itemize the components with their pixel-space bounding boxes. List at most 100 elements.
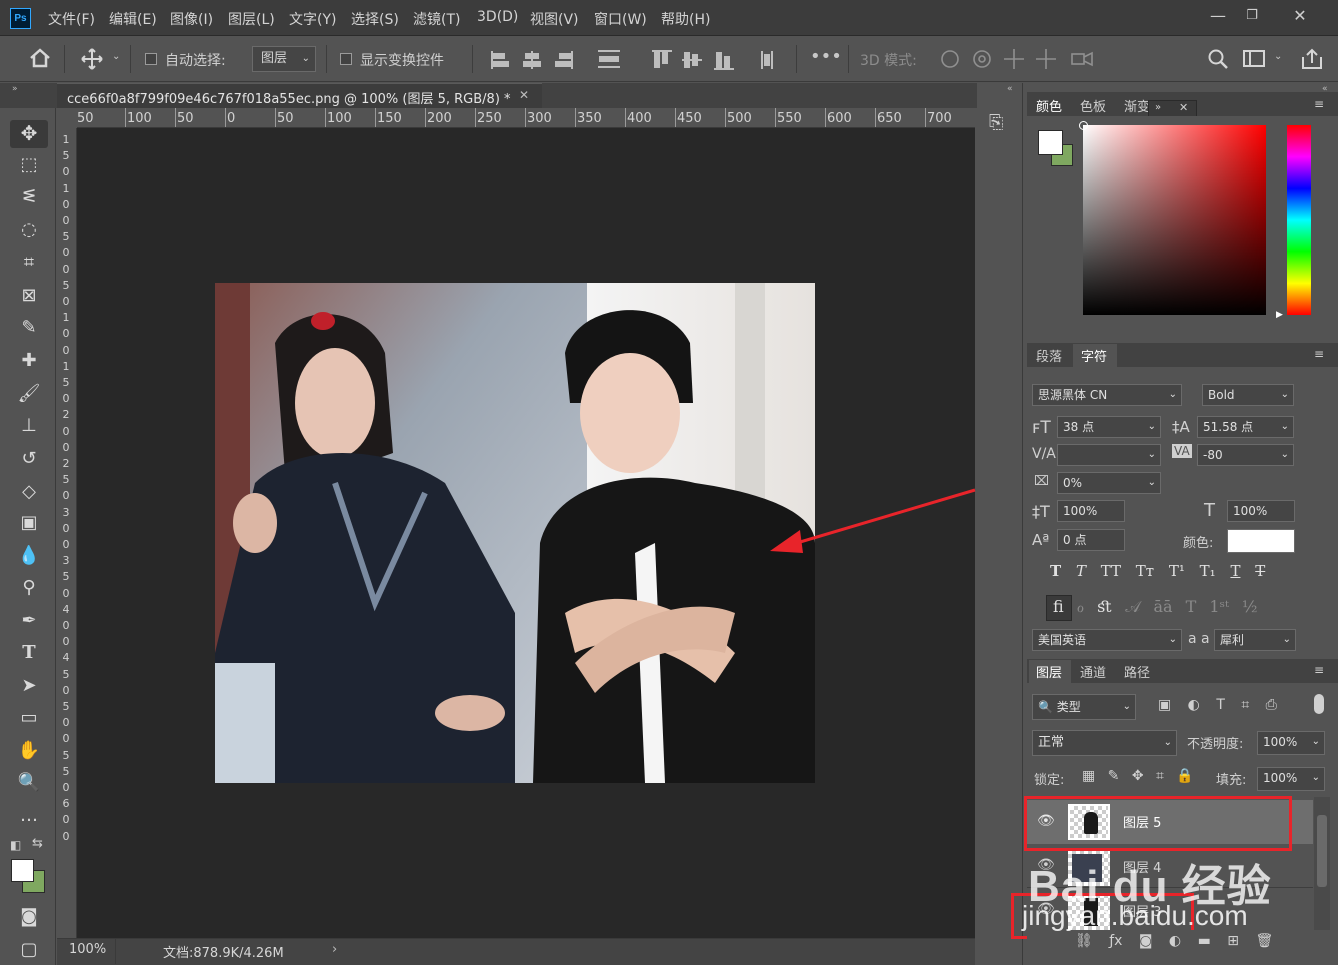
document-image[interactable]	[215, 283, 815, 783]
document-tab[interactable]: cce66f0a8f799f09e46c767f018a55ec.png @ 1…	[57, 83, 542, 108]
text-color-swatch[interactable]	[1227, 529, 1295, 553]
tab-color[interactable]: 颜色	[1036, 96, 1062, 115]
antialias-select[interactable]: 犀利 ⌄	[1214, 629, 1296, 651]
chevron-down-icon[interactable]: ⌄	[1274, 51, 1282, 62]
filter-toggle[interactable]	[1314, 694, 1324, 714]
eyedropper-tool-icon[interactable]: ✎	[14, 313, 44, 343]
opentype-buttons[interactable]: ﬁ ℴ ﬆ 𝒜 āā T 1ˢᵗ ½	[1053, 597, 1303, 621]
panel-menu-icon[interactable]: ≡	[1314, 97, 1324, 111]
default-colors-icon[interactable]: ◧	[10, 838, 21, 852]
tab-paths[interactable]: 路径	[1124, 662, 1150, 681]
close-button[interactable]: ✕	[1288, 6, 1312, 26]
rectangle-tool-icon[interactable]: ▭	[14, 703, 44, 733]
opacity-field[interactable]: 100% ⌄	[1257, 731, 1325, 755]
show-transform-checkbox[interactable]	[340, 53, 352, 65]
move-tool-icon[interactable]: ✥	[14, 118, 44, 148]
tab-paragraph[interactable]: 段落	[1036, 346, 1062, 365]
layer-filter-icons[interactable]: ▣ ◐ T ⌗ ⎙	[1158, 697, 1298, 717]
hand-tool-icon[interactable]: ✋	[14, 736, 44, 766]
quick-select-tool-icon[interactable]: ◌	[14, 215, 44, 245]
tab-gradients[interactable]: 渐变	[1124, 96, 1150, 115]
horizontal-ruler[interactable]: 50 100 50 0 50 100 150 200 250 300 350 400 450 500 550…	[77, 108, 975, 128]
pen-tool-icon[interactable]: ✒	[14, 606, 44, 636]
lasso-tool-icon[interactable]: ᓬ	[14, 182, 44, 212]
zoom-level[interactable]: 100%	[69, 942, 106, 957]
tsume-field[interactable]: 0% ⌄	[1057, 472, 1161, 494]
restore-button[interactable]: ❐	[1240, 6, 1264, 26]
align-icons[interactable]	[490, 49, 790, 71]
menu-edit[interactable]: 编辑(E)	[109, 9, 157, 29]
scrollbar-thumb[interactable]	[1317, 815, 1327, 887]
collapse-panels-icon[interactable]: «	[1322, 84, 1328, 94]
baseline-shift-field[interactable]: 0 点	[1057, 529, 1125, 551]
move-tool-icon[interactable]	[80, 47, 104, 71]
collapse-toolbar-icon[interactable]: »	[12, 84, 18, 94]
leading-field[interactable]: 51.58 点 ⌄	[1197, 416, 1294, 438]
font-size-field[interactable]: 38 点 ⌄	[1057, 416, 1161, 438]
history-brush-tool-icon[interactable]: ↺	[14, 444, 44, 474]
menu-type[interactable]: 文字(Y)	[289, 9, 336, 29]
menu-select[interactable]: 选择(S)	[351, 9, 399, 29]
menu-view[interactable]: 视图(V)	[530, 9, 579, 29]
color-field[interactable]	[1083, 125, 1266, 315]
blur-tool-icon[interactable]: 💧	[14, 541, 44, 571]
minimize-button[interactable]: —	[1206, 6, 1230, 26]
horizontal-scale-field[interactable]: 100%	[1227, 500, 1295, 522]
close-tab-icon[interactable]: ✕	[519, 88, 529, 102]
frame-tool-icon[interactable]: ⊠	[14, 281, 44, 311]
quick-mask-icon[interactable]: ◙	[14, 902, 44, 932]
workspace-icon[interactable]	[1243, 50, 1267, 68]
panel-menu-icon[interactable]: ≡	[1314, 663, 1324, 677]
font-family-select[interactable]: 思源黑体 CN ⌄	[1032, 384, 1182, 406]
marquee-tool-icon[interactable]: ⬚	[14, 150, 44, 180]
collapse-strip-icon[interactable]: «	[1007, 84, 1013, 94]
tab-layers[interactable]: 图层	[1036, 662, 1062, 681]
menu-image[interactable]: 图像(I)	[170, 9, 213, 29]
gradient-tool-icon[interactable]: ▣	[14, 508, 44, 538]
more-options-icon[interactable]: •••	[810, 46, 842, 67]
stamp-tool-icon[interactable]: ⊥	[14, 411, 44, 441]
home-icon[interactable]	[29, 48, 51, 68]
expand-icon[interactable]: »	[1155, 102, 1161, 113]
vertical-scale-field[interactable]: 100%	[1057, 500, 1125, 522]
dodge-tool-icon[interactable]: ⚲	[14, 573, 44, 603]
share-icon[interactable]	[1300, 47, 1324, 71]
blend-mode-select[interactable]: 正常 ⌄	[1032, 730, 1177, 756]
tab-character[interactable]: 字符	[1081, 346, 1107, 365]
edit-toolbar-icon[interactable]: …	[14, 801, 44, 831]
font-style-select[interactable]: Bold ⌄	[1202, 384, 1294, 406]
vertical-ruler[interactable]: 1 5 0 1 0 0 5 0 0 5 0 1 0 0 1 5 0 2 0 0 2 5 0 3 0 0 3 5 0 4 0 0 4 5 0 5 0 0 5 5…	[57, 128, 77, 938]
status-menu-arrow-icon[interactable]: ›	[332, 942, 337, 957]
chevron-down-icon[interactable]: ⌄	[112, 51, 120, 62]
tab-channels[interactable]: 通道	[1080, 662, 1106, 681]
swap-colors-icon[interactable]: ⇆	[32, 836, 43, 851]
auto-select-dropdown[interactable]: 图层 ⌄	[252, 46, 316, 72]
type-tool-icon[interactable]: T	[14, 638, 44, 668]
color-panel-fg-swatch[interactable]	[1038, 130, 1063, 155]
path-select-tool-icon[interactable]: ➤	[14, 671, 44, 701]
color-picker-handle[interactable]	[1079, 121, 1088, 130]
close-icon[interactable]: ✕	[1179, 101, 1188, 114]
document-info[interactable]: 文档:878.9K/4.26M	[163, 942, 284, 961]
crop-tool-icon[interactable]: ⌗	[14, 248, 44, 278]
auto-select-checkbox[interactable]	[145, 53, 157, 65]
panel-menu-icon[interactable]: ≡	[1314, 347, 1324, 361]
layer-filter-select[interactable]: 🔍 类型 ⌄	[1032, 694, 1136, 720]
layer-action-icons[interactable]: ⛓ ƒx ◙ ◐ ▬ ⊞ 🗑	[1075, 933, 1305, 953]
tracking-field[interactable]: -80 ⌄	[1197, 444, 1294, 466]
language-select[interactable]: 美国英语 ⌄	[1032, 629, 1182, 651]
zoom-tool-icon[interactable]: 🔍	[14, 768, 44, 798]
healing-brush-tool-icon[interactable]: ✚	[14, 346, 44, 376]
kerning-field[interactable]: ⌄	[1057, 444, 1161, 466]
hue-slider[interactable]	[1287, 125, 1311, 315]
brush-tool-icon[interactable]: 🖌	[14, 379, 44, 409]
eraser-tool-icon[interactable]: ◇	[14, 477, 44, 507]
menu-3d[interactable]: 3D(D)	[477, 9, 518, 25]
menu-help[interactable]: 帮助(H)	[661, 9, 710, 29]
hue-slider-handle[interactable]: ▶	[1276, 310, 1283, 320]
menu-file[interactable]: 文件(F)	[48, 9, 95, 29]
foreground-color-swatch[interactable]	[11, 859, 34, 882]
menu-window[interactable]: 窗口(W)	[594, 9, 647, 29]
search-icon[interactable]	[1207, 48, 1229, 70]
history-panel-icon[interactable]: ⎘	[989, 112, 1003, 133]
